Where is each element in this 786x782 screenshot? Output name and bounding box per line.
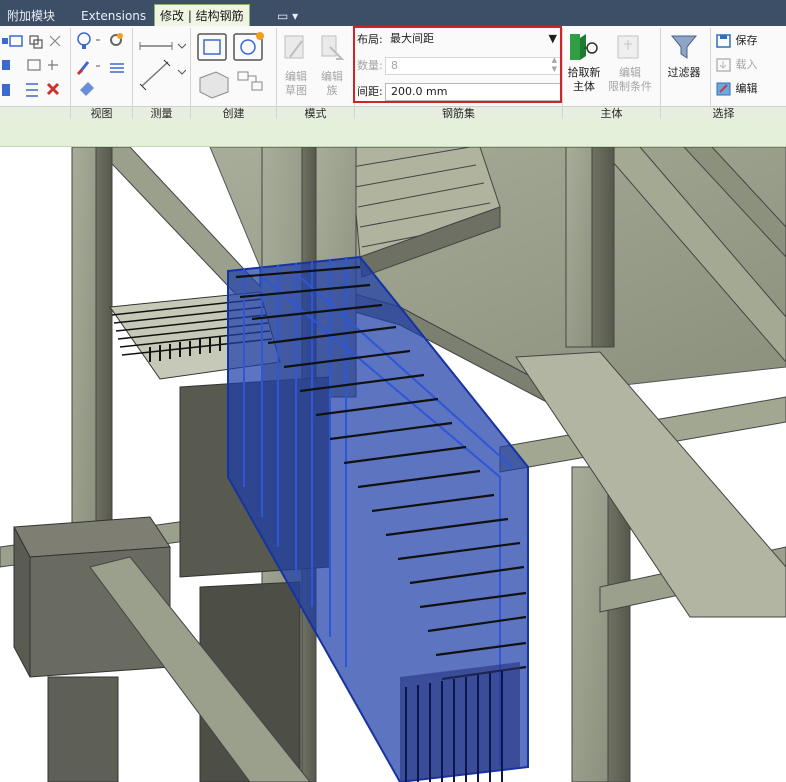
move-icon[interactable] bbox=[2, 35, 23, 47]
save-icon bbox=[716, 34, 732, 48]
pick-new-host-label-1: 拾取新 bbox=[567, 66, 601, 79]
model-viewport[interactable] bbox=[0, 147, 786, 782]
rotate-icon[interactable] bbox=[2, 60, 10, 70]
create-assembly-icon[interactable] bbox=[199, 71, 229, 99]
bulb-icon[interactable] bbox=[77, 32, 100, 49]
pick-new-host-button[interactable]: 拾取新 主体 bbox=[562, 66, 606, 94]
edit-selection-button[interactable]: 编辑 bbox=[716, 80, 782, 98]
split-icon[interactable] bbox=[26, 83, 38, 97]
edit-family-label-1: 编辑 bbox=[321, 70, 343, 83]
create-group-icon[interactable] bbox=[197, 33, 227, 61]
delete-icon[interactable] bbox=[46, 82, 60, 96]
edit-selection-label: 编辑 bbox=[735, 82, 758, 95]
tab-modify-rebar[interactable]: 修改 | 结构钢筋 bbox=[154, 4, 250, 27]
pick-host-icon bbox=[566, 30, 602, 64]
tab-panel-toggle[interactable]: ▭ ▾ bbox=[272, 6, 303, 26]
copy-icon[interactable] bbox=[29, 35, 43, 49]
view-tools-group bbox=[76, 30, 128, 102]
edit-constraints-label-2: 限制条件 bbox=[608, 80, 652, 93]
edit-sketch-button[interactable]: 编辑 草图 bbox=[280, 70, 312, 98]
edit-sketch-label-1: 编辑 bbox=[285, 70, 307, 83]
edit-constraints-label-1: 编辑 bbox=[619, 66, 641, 79]
load-label: 载入 bbox=[735, 58, 758, 71]
options-bar bbox=[0, 119, 786, 147]
save-selection-button[interactable]: 保存 bbox=[716, 32, 782, 50]
filter-label: 过滤器 bbox=[667, 66, 701, 79]
edit-sketch-icon bbox=[282, 32, 308, 64]
linework-icon[interactable] bbox=[110, 63, 124, 73]
scale-icon[interactable] bbox=[27, 59, 41, 71]
save-label: 保存 bbox=[735, 34, 758, 47]
create-part-icon[interactable] bbox=[233, 32, 264, 61]
gear-icon[interactable] bbox=[110, 33, 123, 46]
ribbon: 编辑 草图 编辑 族 布局: 最大间距 ▼ 数量: 8 ▲ ▼ 间距: 200.0… bbox=[0, 26, 786, 121]
rebar-set-highlight bbox=[353, 26, 562, 103]
align-icon[interactable] bbox=[49, 35, 61, 47]
tab-addins[interactable]: 附加模块 bbox=[2, 6, 60, 26]
load-selection-button[interactable]: 载入 bbox=[716, 56, 782, 74]
create-tools-group bbox=[194, 30, 272, 102]
measure-tools-group bbox=[138, 34, 186, 100]
edit-selection-icon bbox=[716, 82, 732, 96]
array-icon[interactable] bbox=[2, 84, 10, 96]
pick-new-host-label-2: 主体 bbox=[573, 80, 595, 93]
mirror-icon[interactable] bbox=[48, 60, 58, 70]
tab-extensions[interactable]: Extensions bbox=[76, 6, 151, 26]
edit-family-button[interactable]: 编辑 族 bbox=[316, 70, 348, 98]
filter-button[interactable]: 过滤器 bbox=[662, 66, 706, 80]
brush-icon[interactable] bbox=[76, 61, 100, 76]
measure-distance-icon[interactable] bbox=[139, 42, 186, 50]
edit-family-icon bbox=[318, 32, 344, 64]
load-icon bbox=[716, 58, 732, 72]
edit-constraints-icon bbox=[614, 32, 644, 62]
measure-angle-icon[interactable] bbox=[139, 59, 186, 91]
modify-tools-group bbox=[2, 32, 66, 102]
edit-sketch-label-2: 草图 bbox=[285, 84, 307, 97]
create-similar-icon[interactable] bbox=[237, 71, 263, 91]
edit-constraints-button[interactable]: 编辑 限制条件 bbox=[604, 66, 656, 94]
filter-icon bbox=[668, 32, 700, 62]
ribbon-tab-bar: 附加模块 Extensions 修改 | 结构钢筋 ▭ ▾ bbox=[0, 0, 786, 27]
edit-family-label-2: 族 bbox=[326, 84, 338, 97]
paint-icon[interactable] bbox=[80, 82, 94, 96]
